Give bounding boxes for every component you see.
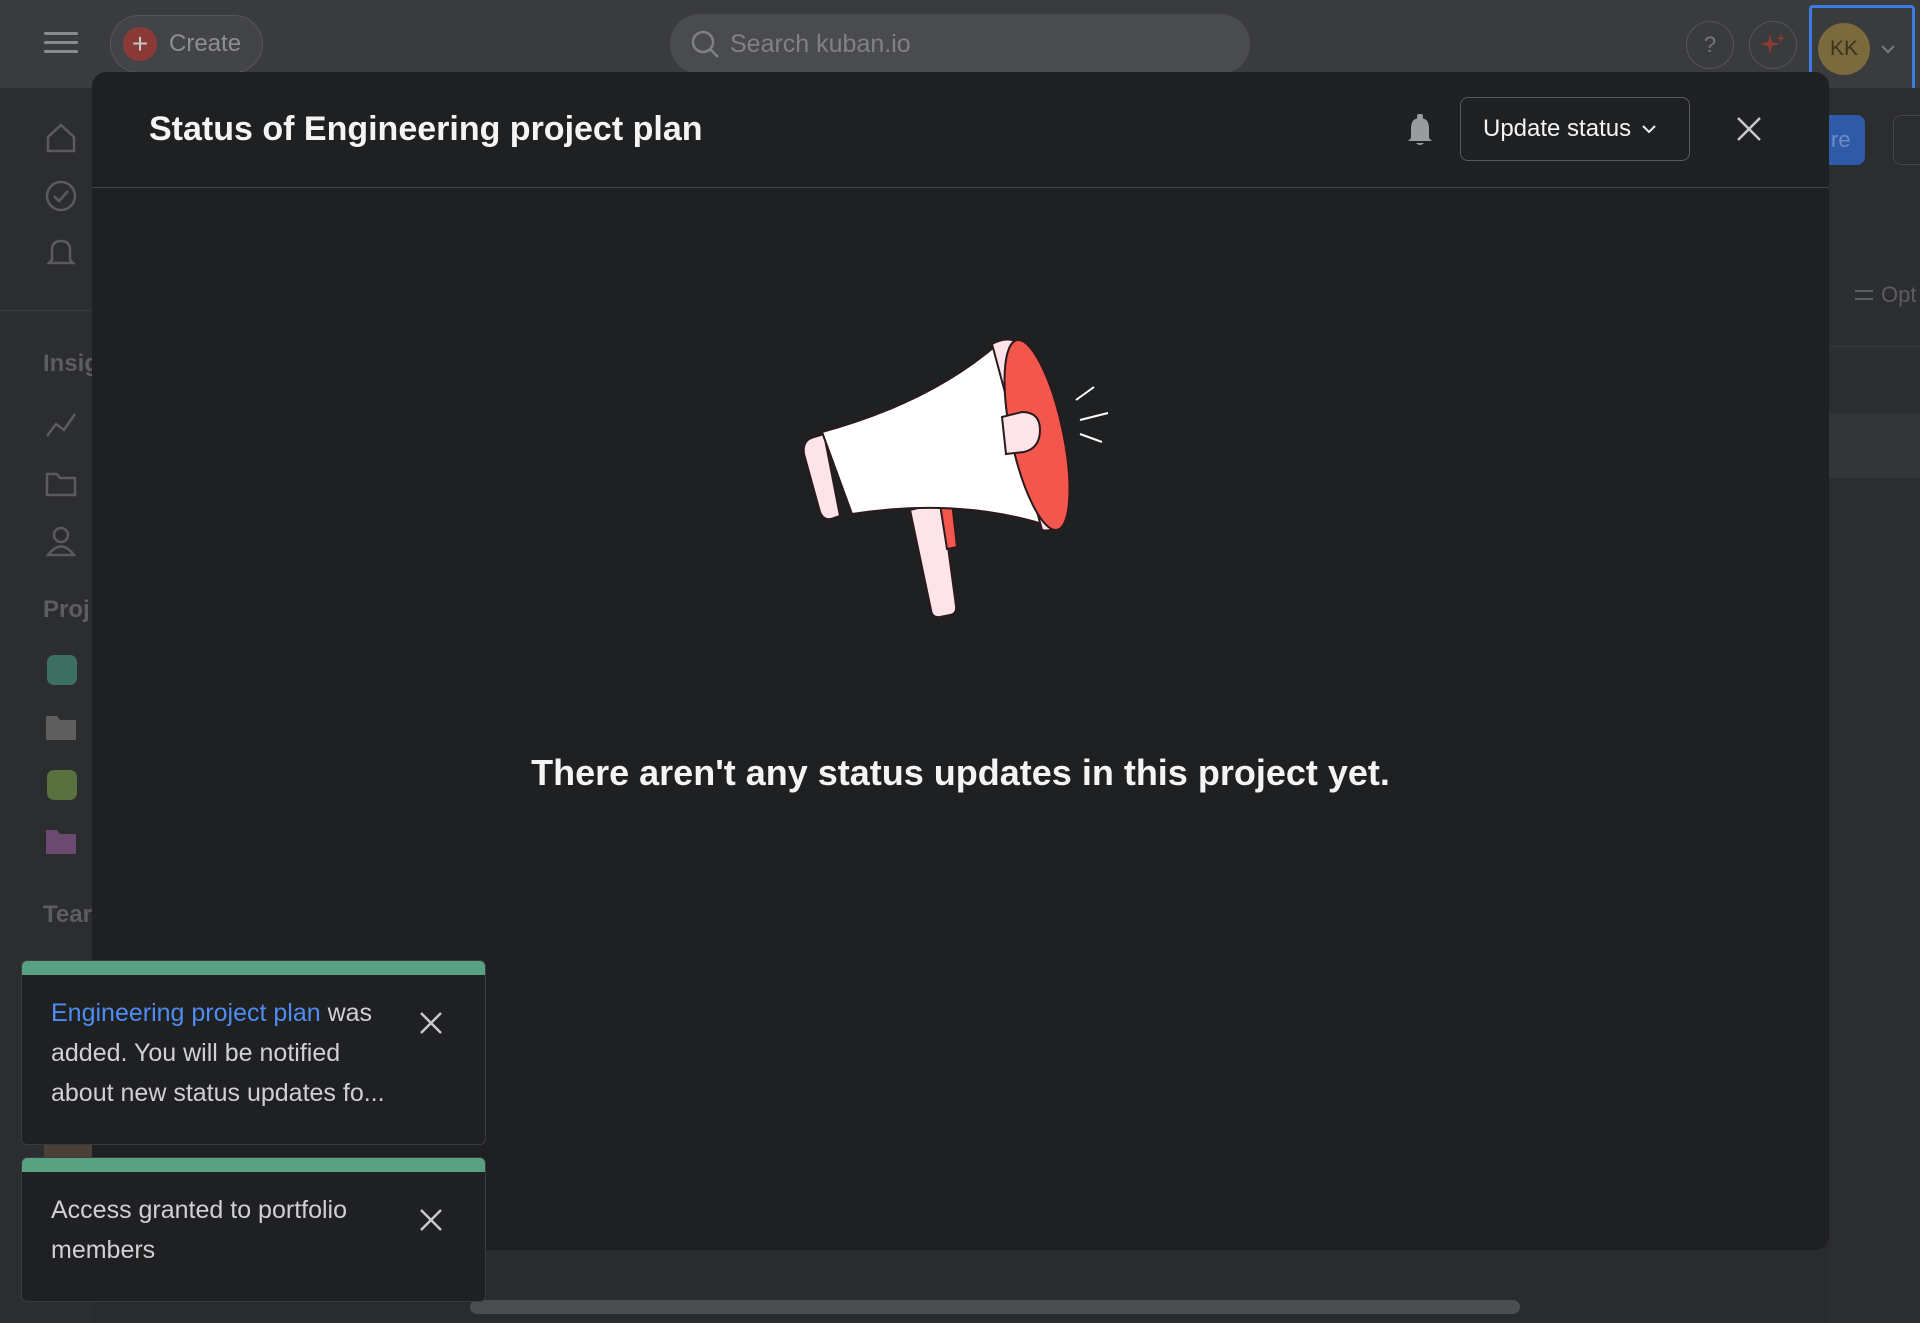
chevron-down-icon: [1881, 44, 1895, 53]
help-button[interactable]: ?: [1686, 21, 1734, 69]
horizontal-scrollbar[interactable]: [470, 1300, 1520, 1314]
close-icon[interactable]: [417, 1009, 445, 1037]
hamburger-menu-icon[interactable]: [44, 28, 78, 58]
toast-message: Engineering project plan was added. You …: [51, 999, 385, 1107]
search-placeholder: Search kuban.io: [730, 29, 911, 58]
create-button[interactable]: + Create: [110, 15, 263, 73]
share-button[interactable]: re: [1829, 115, 1865, 165]
row-highlight: [1829, 413, 1920, 478]
empty-state-message: There aren't any status updates in this …: [531, 752, 1390, 793]
notification-bell-icon[interactable]: [1402, 112, 1438, 148]
close-icon[interactable]: [417, 1206, 445, 1234]
sparkle-icon: [1760, 33, 1786, 54]
home-icon[interactable]: [44, 121, 78, 155]
sidebar-insights-label: Insig: [43, 350, 100, 377]
toast-message: Access granted to portfolio members: [51, 1196, 347, 1264]
customize-button[interactable]: [1893, 115, 1920, 165]
right-panel: re Opt: [1829, 88, 1920, 1323]
ai-sparkle-button[interactable]: [1749, 21, 1797, 69]
project-color-square[interactable]: [47, 655, 77, 685]
sidebar-projects-label: Proj: [43, 596, 90, 623]
avatar: KK: [1818, 22, 1870, 75]
update-status-label: Update status: [1483, 115, 1632, 142]
help-icon: ?: [1703, 32, 1717, 57]
search-icon: [691, 30, 719, 58]
reporting-icon[interactable]: [44, 408, 78, 442]
sliders-icon: [1855, 290, 1873, 300]
plus-icon: +: [123, 27, 157, 61]
divider: [1829, 346, 1920, 347]
dialog-title: Status of Engineering project plan: [149, 110, 703, 148]
sidebar-divider: [0, 310, 92, 311]
my-tasks-icon[interactable]: [44, 179, 78, 213]
toast-notification: Engineering project plan was added. You …: [21, 960, 486, 1145]
sidebar-teams-label: Tear: [43, 901, 92, 928]
toast-project-link[interactable]: Engineering project plan: [51, 999, 321, 1027]
toast-success-bar: [22, 961, 485, 975]
options-button[interactable]: Opt: [1853, 282, 1916, 308]
update-status-dropdown[interactable]: Update status: [1460, 97, 1690, 161]
inbox-bell-icon[interactable]: [44, 236, 78, 270]
portfolios-folder-icon[interactable]: [44, 466, 78, 500]
toast-notification: Access granted to portfolio members: [21, 1157, 486, 1302]
goals-person-icon[interactable]: [44, 524, 78, 558]
megaphone-illustration: [802, 338, 1109, 619]
chevron-down-icon: [1642, 125, 1656, 134]
create-button-label: Create: [169, 30, 242, 57]
dialog-header: Status of Engineering project plan Updat…: [92, 72, 1829, 188]
toast-success-bar: [22, 1158, 485, 1172]
project-color-square[interactable]: [47, 770, 77, 800]
project-folder-icon[interactable]: [44, 824, 78, 858]
search-input[interactable]: Search kuban.io: [670, 14, 1250, 74]
project-folder-icon[interactable]: [44, 710, 78, 744]
close-icon[interactable]: [1732, 112, 1766, 146]
